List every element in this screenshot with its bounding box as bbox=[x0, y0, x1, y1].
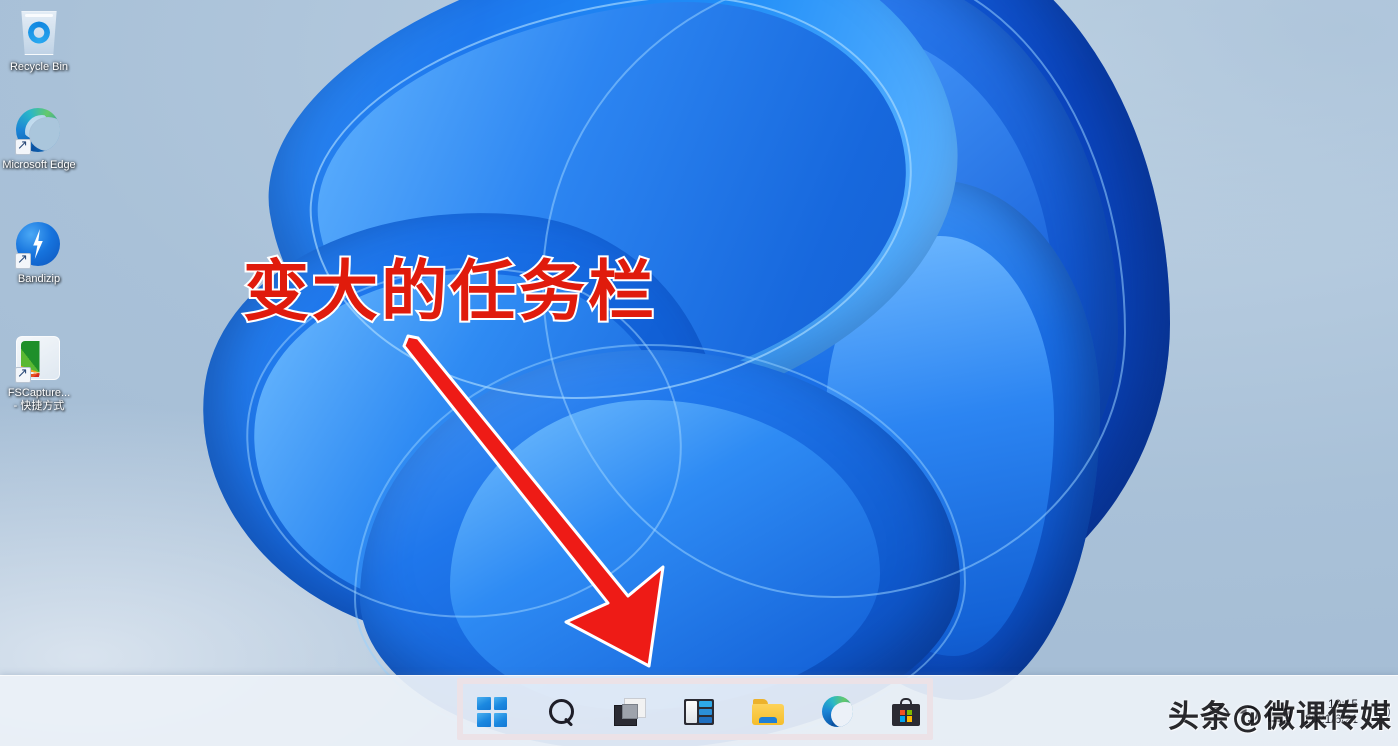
edge-icon bbox=[15, 108, 62, 155]
windows-logo-icon bbox=[477, 696, 507, 727]
desktop[interactable]: Recycle Bin Microsoft Edge Bandizip FSCa… bbox=[0, 0, 1398, 746]
edge-icon bbox=[821, 696, 853, 727]
store-button[interactable] bbox=[884, 690, 928, 734]
recycle-bin-icon bbox=[16, 10, 62, 56]
desktop-icon-label: FSCapture... bbox=[7, 387, 71, 399]
desktop-icon-recycle-bin[interactable]: Recycle Bin bbox=[0, 10, 78, 74]
desktop-icon-label: Bandizip bbox=[17, 273, 61, 285]
folder-icon bbox=[752, 698, 784, 725]
file-explorer-button[interactable] bbox=[746, 690, 790, 734]
search-button[interactable] bbox=[539, 690, 583, 734]
shortcut-overlay-icon bbox=[15, 137, 31, 155]
desktop-icon-label: Microsoft Edge bbox=[2, 159, 76, 171]
watermark: 头条@微课传媒 bbox=[1168, 699, 1392, 735]
widgets-icon bbox=[684, 698, 714, 725]
widgets-button[interactable] bbox=[677, 690, 721, 734]
desktop-icon-label: Recycle Bin bbox=[9, 61, 69, 73]
shortcut-overlay-icon bbox=[15, 251, 31, 269]
desktop-icon-fscapture[interactable]: FSCapture... - 快捷方式 bbox=[0, 336, 78, 413]
desktop-icon-microsoft-edge[interactable]: Microsoft Edge bbox=[0, 108, 78, 172]
taskbar-center-group bbox=[470, 676, 928, 746]
windows-bloom-wallpaper-art bbox=[150, 0, 1170, 746]
annotation-text: 变大的任务栏 bbox=[241, 251, 657, 332]
bandizip-icon bbox=[15, 222, 62, 269]
search-icon bbox=[546, 697, 576, 727]
start-button[interactable] bbox=[470, 690, 514, 734]
fscapture-icon bbox=[15, 336, 62, 383]
desktop-icon-bandizip[interactable]: Bandizip bbox=[0, 222, 78, 286]
task-view-icon bbox=[614, 697, 646, 726]
shortcut-overlay-icon bbox=[15, 365, 31, 383]
desktop-icon-label-line2: - 快捷方式 bbox=[13, 400, 65, 412]
task-view-button[interactable] bbox=[608, 690, 652, 734]
edge-button[interactable] bbox=[815, 690, 859, 734]
store-bag-icon bbox=[892, 697, 920, 726]
